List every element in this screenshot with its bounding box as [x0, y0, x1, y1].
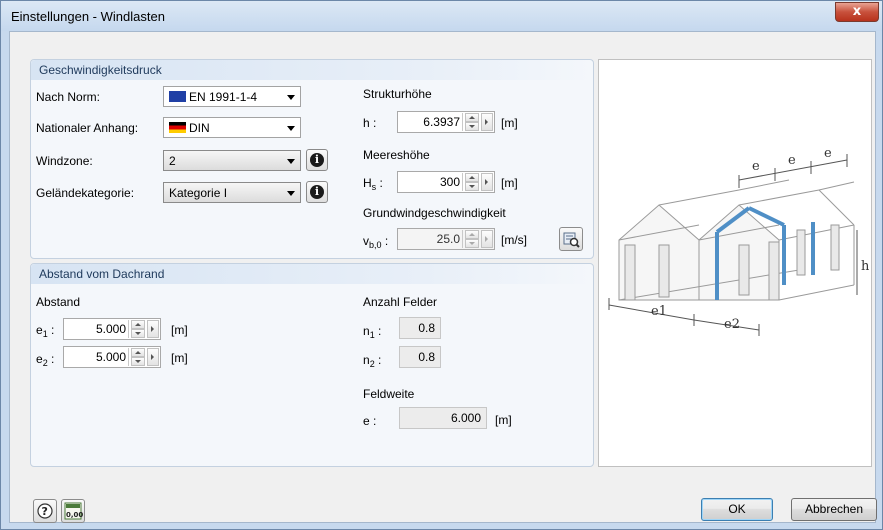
h-spinner[interactable]	[462, 113, 480, 131]
basic-wind-label: Grundwindgeschwindigkeit	[363, 206, 506, 220]
hs-input[interactable]: 300	[397, 171, 495, 193]
n2-output: 0.8	[399, 346, 441, 368]
velocity-pressure-header: Geschwindigkeitsdruck	[31, 60, 593, 80]
e1-spinner[interactable]	[128, 320, 146, 338]
ok-button[interactable]: OK	[701, 498, 773, 521]
help-icon: ?	[37, 503, 53, 519]
title-bar: Einstellungen - Windlasten x	[1, 1, 882, 31]
chevron-down-icon	[287, 95, 295, 100]
windzone-label: Windzone:	[36, 154, 93, 168]
h-unit: [m]	[501, 116, 518, 130]
close-button[interactable]: x	[835, 2, 879, 22]
eu-flag-icon	[169, 91, 186, 102]
windzone-select[interactable]: 2	[163, 150, 301, 171]
h-value: 6.3937	[423, 115, 460, 129]
e-output: 6.000	[399, 407, 487, 429]
velocity-pressure-title: Geschwindigkeitsdruck	[39, 63, 162, 77]
hs-unit: [m]	[501, 176, 518, 190]
dim-e2-label: e2	[724, 317, 740, 332]
dim-e-label-1: e	[752, 159, 760, 174]
n2-label: n2 :	[363, 353, 382, 369]
info-icon: i	[310, 185, 324, 199]
dim-e1-label: e1	[651, 304, 667, 319]
de-flag-icon	[169, 122, 186, 133]
e1-input[interactable]: 5.000	[63, 318, 161, 340]
h-arrow-button[interactable]	[481, 113, 493, 131]
norm-label: Nach Norm:	[36, 90, 101, 104]
hs-label: Hs :	[363, 176, 383, 192]
distance-label: Abstand	[36, 295, 81, 309]
terrain-select[interactable]: Kategorie I	[163, 182, 301, 203]
calculator-icon: 0,00	[64, 502, 83, 520]
annex-value: DIN	[189, 121, 210, 135]
dim-h-label: h	[861, 259, 870, 274]
chevron-down-icon	[287, 191, 295, 196]
e2-input[interactable]: 5.000	[63, 346, 161, 368]
units-button[interactable]: 0,00	[61, 499, 85, 523]
chevron-down-icon	[287, 126, 295, 131]
fields-label: Anzahl Felder	[363, 295, 438, 309]
e1-unit: [m]	[171, 323, 188, 337]
wind-map-button[interactable]	[559, 227, 583, 251]
h-label: h :	[363, 116, 377, 130]
hs-spinner[interactable]	[462, 173, 480, 191]
e2-spinner[interactable]	[128, 348, 146, 366]
dim-e-label-3: e	[824, 146, 832, 161]
vb-input: 25.0	[397, 228, 495, 250]
e-unit: [m]	[495, 413, 512, 427]
e1-label: e1 :	[36, 323, 55, 339]
n1-output: 0.8	[399, 317, 441, 339]
hall-frame-diagram: e e e h e1 e2	[608, 146, 870, 336]
h-input[interactable]: 6.3937	[397, 111, 495, 133]
vb-arrow-button	[481, 230, 493, 248]
norm-select[interactable]: EN 1991-1-4	[163, 86, 301, 107]
info-icon: i	[310, 153, 324, 167]
terrain-label: Geländekategorie:	[36, 186, 135, 200]
e2-arrow-button[interactable]	[147, 348, 159, 366]
wind-diagram-panel: e e e h e1 e2	[598, 59, 872, 467]
hs-arrow-button[interactable]	[481, 173, 493, 191]
window-title: Einstellungen - Windlasten	[11, 9, 165, 24]
e2-value: 5.000	[95, 350, 126, 364]
n2-value: 0.8	[418, 350, 435, 364]
structure-height-label: Strukturhöhe	[363, 87, 432, 101]
norm-value: EN 1991-1-4	[189, 90, 258, 104]
vb-unit: [m/s]	[501, 233, 527, 247]
e-value: 6.000	[450, 411, 481, 425]
hs-value: 300	[439, 175, 460, 189]
n1-value: 0.8	[418, 321, 435, 335]
e2-unit: [m]	[171, 351, 188, 365]
roof-edge-header: Abstand vom Dachrand	[31, 264, 593, 284]
annex-select[interactable]: DIN	[163, 117, 301, 138]
dim-e-label-2: e	[788, 153, 796, 168]
e1-value: 5.000	[95, 322, 126, 336]
calc-label: 0,00	[66, 511, 83, 519]
e1-arrow-button[interactable]	[147, 320, 159, 338]
e2-label: e2 :	[36, 352, 55, 368]
dialog-window: Einstellungen - Windlasten x Geschwindig…	[0, 0, 883, 530]
help-button[interactable]: ?	[33, 499, 57, 523]
vb-label: vb,0 :	[363, 234, 389, 250]
n1-label: n1 :	[363, 324, 382, 340]
windzone-value: 2	[169, 154, 176, 168]
roof-edge-title: Abstand vom Dachrand	[39, 267, 165, 281]
terrain-info-button[interactable]: i	[306, 181, 328, 203]
windzone-info-button[interactable]: i	[306, 149, 328, 171]
map-search-icon	[563, 232, 580, 248]
e-label: e :	[363, 414, 377, 428]
cancel-button[interactable]: Abbrechen	[791, 498, 877, 521]
chevron-down-icon	[287, 159, 295, 164]
altitude-label: Meereshöhe	[363, 148, 430, 162]
terrain-value: Kategorie I	[169, 186, 228, 200]
field-width-label: Feldweite	[363, 387, 415, 401]
svg-text:?: ?	[42, 505, 48, 518]
annex-label: Nationaler Anhang:	[36, 121, 139, 135]
vb-spinner	[462, 230, 480, 248]
vb-value: 25.0	[436, 232, 460, 246]
